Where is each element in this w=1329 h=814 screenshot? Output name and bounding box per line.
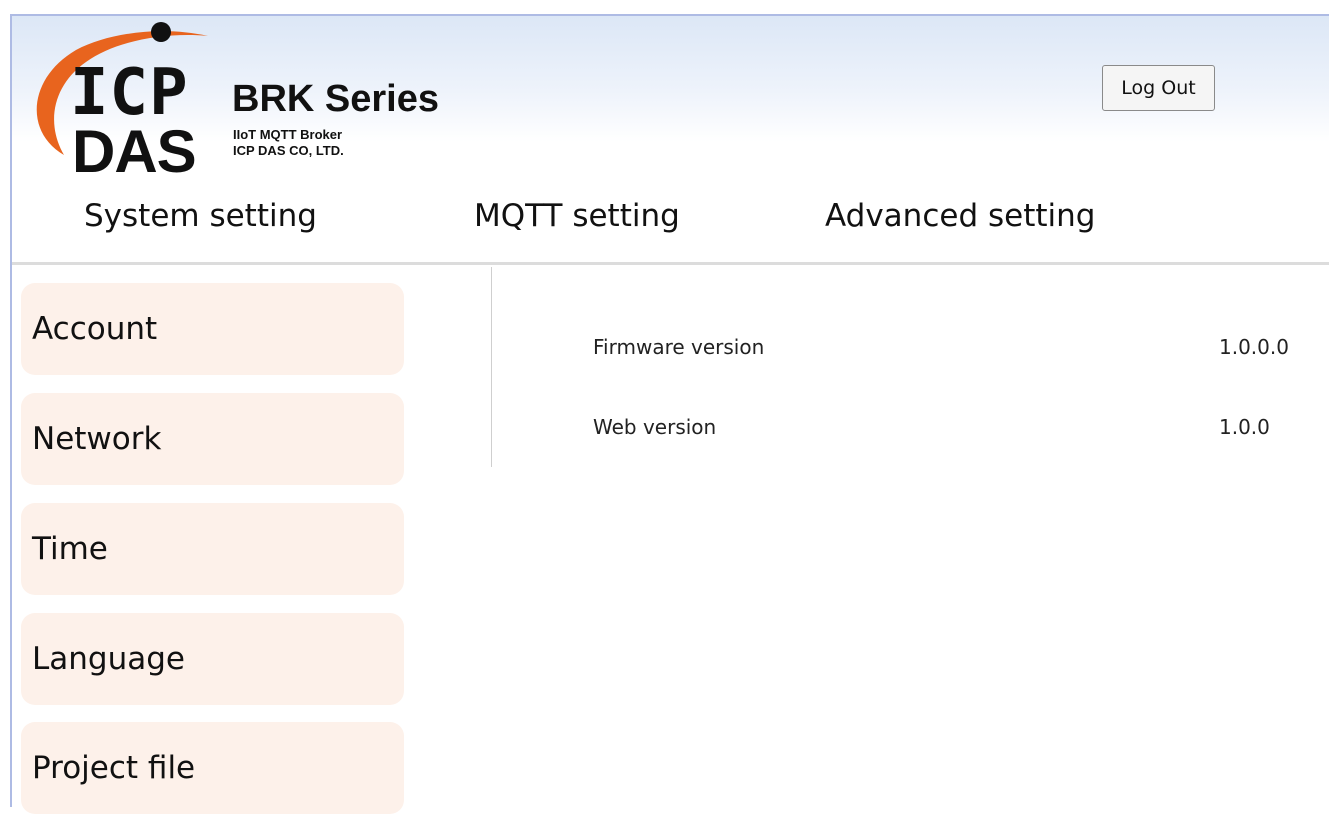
- logo-das-text: DAS: [72, 118, 197, 185]
- sidebar-item-network[interactable]: Network: [21, 393, 404, 485]
- sidebar-item-label: Network: [32, 421, 162, 457]
- product-subtitle: IIoT MQTT Broker: [233, 127, 343, 142]
- sidebar-item-label: Project file: [32, 750, 196, 786]
- tab-mqtt-setting[interactable]: MQTT setting: [474, 198, 680, 234]
- firmware-version-label: Firmware version: [593, 335, 765, 359]
- content-divider: [491, 267, 492, 467]
- sidebar-item-project-file[interactable]: Project file: [21, 722, 404, 814]
- sidebar-item-language[interactable]: Language: [21, 613, 404, 705]
- icp-das-logo: ICP DAS BRK Series IIoT MQTT Broker ICP …: [18, 20, 488, 190]
- logout-button[interactable]: Log Out: [1102, 65, 1215, 111]
- firmware-version-value: 1.0.0.0: [1219, 335, 1289, 359]
- company-name: ICP DAS CO, LTD.: [233, 143, 344, 158]
- sidebar-item-account[interactable]: Account: [21, 283, 404, 375]
- product-title: BRK Series: [232, 78, 439, 120]
- sidebar-item-label: Time: [32, 531, 108, 567]
- tab-advanced-setting[interactable]: Advanced setting: [825, 198, 1095, 234]
- tab-system-setting[interactable]: System setting: [84, 198, 317, 234]
- sidebar-item-label: Language: [32, 641, 185, 677]
- web-version-label: Web version: [593, 415, 717, 439]
- sidebar-item-time[interactable]: Time: [21, 503, 404, 595]
- nav-divider: [12, 262, 1329, 265]
- logo-icp-text: ICP: [70, 56, 189, 130]
- web-version-value: 1.0.0: [1219, 415, 1270, 439]
- sidebar-item-label: Account: [32, 311, 158, 347]
